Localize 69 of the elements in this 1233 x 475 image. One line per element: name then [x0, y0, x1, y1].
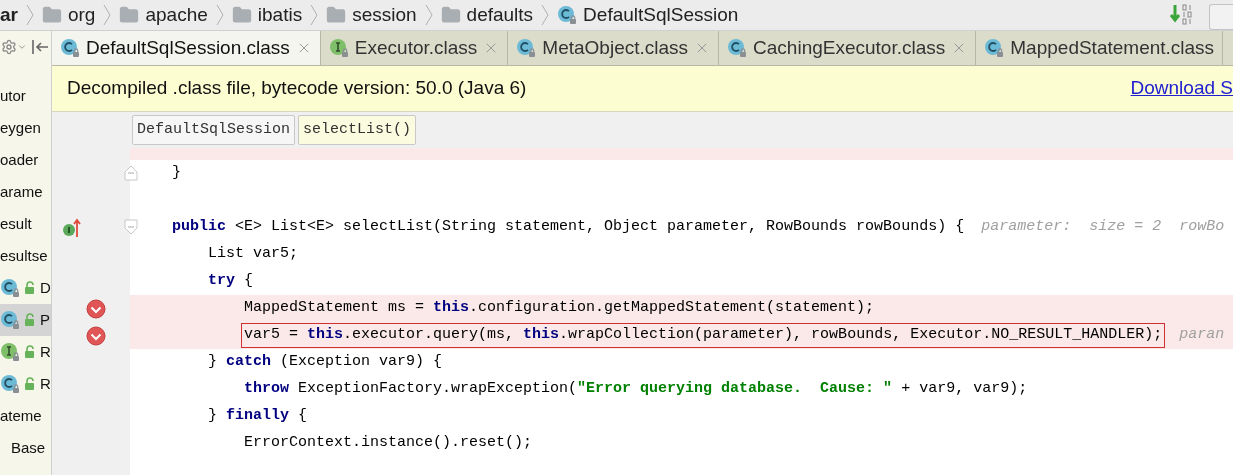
class-icon — [0, 278, 20, 298]
breadcrumb-item[interactable]: defaults — [440, 0, 534, 30]
class-icon — [0, 374, 20, 394]
unlock-icon — [23, 313, 37, 327]
unlock-icon — [23, 281, 37, 295]
breadcrumb-item[interactable]: apache — [119, 0, 208, 30]
code-line: throw ExceptionFactory.wrapException("Error querying database. Cause: " + var9, var9); — [243, 379, 1029, 400]
structure-crumb[interactable]: DefaultSqlSession — [132, 114, 296, 146]
breadcrumb-item[interactable]: ar — [0, 0, 18, 30]
code-line: } finally { — [207, 406, 309, 427]
inline-hint: parameter: size = 2 rowBo — [981, 217, 1225, 238]
breadcrumb-item[interactable]: DefaultSqlSession — [557, 0, 739, 30]
chevron-icon — [103, 4, 112, 26]
tree-item[interactable]: oader — [0, 144, 51, 176]
code-line: MappedStatement ms = this.configuration.getMappedStatement(statement); — [243, 298, 876, 319]
tree-item[interactable]: arame — [0, 176, 51, 208]
collapse-icon[interactable] — [31, 39, 49, 55]
tree-item[interactable]: utor — [0, 80, 51, 112]
code-line: List var5; — [207, 244, 299, 265]
tree-item[interactable]: esult — [0, 208, 51, 240]
code-line: } catch (Exception var9) { — [207, 352, 444, 373]
interface-icon — [0, 342, 20, 362]
settings-dropdown-icon[interactable] — [1, 39, 27, 55]
tree-item[interactable]: Base — [0, 432, 51, 464]
chevron-icon — [310, 4, 319, 26]
editor-tab[interactable]: DefaultSqlSession.class — [52, 31, 321, 65]
toolbar-button[interactable] — [1209, 4, 1233, 30]
code-line: ErrorContext.instance().reset(); — [243, 433, 534, 454]
breadcrumb-item[interactable]: org — [41, 0, 96, 30]
class-icon — [984, 38, 1005, 58]
breadcrumb-item[interactable]: session — [326, 0, 417, 30]
breakpoint-icon[interactable] — [86, 325, 106, 346]
tree-item[interactable]: esultse — [0, 240, 51, 272]
banner-text: Decompiled .class file, bytecode version: 50.0 (Java 6) — [67, 76, 527, 101]
class-icon — [0, 310, 20, 330]
tree-item[interactable]: R — [0, 336, 51, 368]
unlock-icon — [23, 345, 37, 359]
tree-item[interactable]: ateme — [0, 400, 51, 432]
class-icon — [60, 38, 80, 58]
tree-item[interactable]: P — [0, 304, 51, 336]
folder-icon — [119, 5, 140, 25]
code-line: public <E> List<E> selectList(String statement, Object parameter, RowBounds rowBounds) { — [171, 217, 966, 238]
class-icon — [557, 5, 578, 25]
folder-icon — [326, 5, 347, 25]
code-line: } — [171, 163, 182, 184]
tree-item[interactable]: D — [0, 272, 51, 304]
chevron-icon — [215, 4, 224, 26]
folder-icon — [440, 5, 461, 25]
class-icon — [727, 38, 748, 58]
chevron-icon — [541, 4, 550, 26]
folder-icon — [41, 5, 62, 25]
tree-item[interactable]: eygen — [0, 112, 51, 144]
chevron-icon — [25, 4, 34, 26]
breakpoint-icon[interactable] — [86, 298, 106, 319]
fold-marker-icon[interactable] — [124, 219, 138, 235]
unlock-icon — [23, 377, 37, 391]
bytecode-download-icon[interactable] — [1169, 3, 1195, 27]
download-link[interactable]: Download S — [1130, 74, 1233, 103]
fold-marker-icon[interactable] — [124, 165, 138, 181]
class-icon — [516, 38, 537, 58]
folder-icon — [231, 5, 252, 25]
interface-icon — [328, 38, 349, 58]
implements-icon[interactable] — [62, 216, 82, 239]
chevron-icon — [424, 4, 433, 26]
tree-item[interactable]: R — [0, 368, 51, 400]
inline-hint: paran — [1179, 325, 1225, 346]
breadcrumb-item[interactable]: ibatis — [231, 0, 303, 30]
code-line: try { — [207, 271, 255, 292]
structure-crumb[interactable]: selectList() — [298, 114, 417, 146]
